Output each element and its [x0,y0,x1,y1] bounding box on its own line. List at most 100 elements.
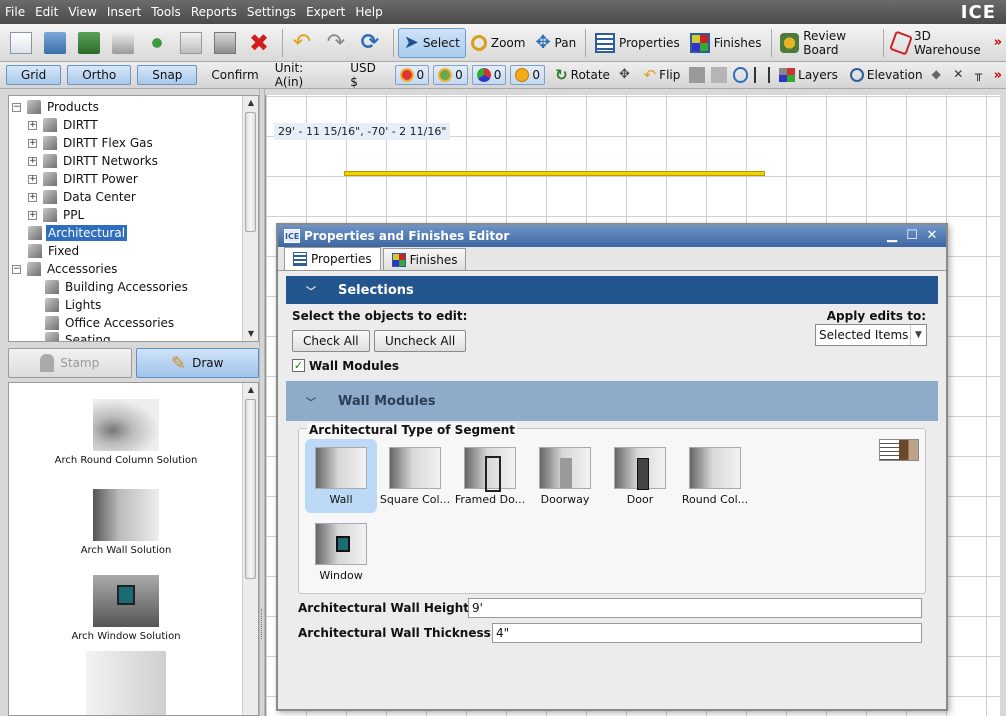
align-center-icon[interactable] [711,67,727,83]
collapse-icon[interactable]: − [12,264,21,274]
paste-button[interactable] [210,28,240,58]
ortho-toggle[interactable]: Ortho [67,65,132,85]
segment-type-doorway[interactable]: Doorway [529,439,601,513]
tree-node-dirtt-flex-gas[interactable]: + DIRTT Flex Gas [28,134,155,152]
view-mode-toggle[interactable] [879,439,919,461]
grid-view-icon[interactable] [899,440,918,460]
solution-item[interactable] [9,651,243,715]
dimension-icon[interactable] [754,67,771,83]
segment-type-wall[interactable]: Wall [305,439,377,513]
tree-node-building-accessories[interactable]: Building Accessories [45,278,190,296]
wall-height-field[interactable]: 9' [468,598,922,618]
align-left-icon[interactable] [689,67,706,83]
chevron-down-icon[interactable]: ﹀ [300,394,322,409]
expand-icon[interactable]: + [28,174,37,184]
wall-thickness-field[interactable]: 4" [492,623,922,643]
uncheck-all-button[interactable]: Uncheck All [374,330,467,352]
move-icon[interactable]: ✥ [619,67,635,83]
tree-node-data-center[interactable]: + Data Center [28,188,138,206]
snap-toggle[interactable]: Snap [137,65,198,85]
open-button[interactable] [40,28,70,58]
segment-type-door[interactable]: Door [604,439,676,513]
rotate-button[interactable]: ↻ Rotate [555,66,610,84]
tree-node-lights[interactable]: Lights [45,296,103,314]
check-all-button[interactable]: Check All [292,330,370,352]
wall-modules-checkbox[interactable]: ✓ [292,359,305,372]
dialog-titlebar[interactable]: ICE Properties and Finishes Editor ▁ ☐ ✕ [278,225,946,247]
segment-type-window[interactable]: Window [305,515,377,589]
refresh-button[interactable]: ⟳ [355,28,385,58]
pan-tool-button[interactable]: ✥ Pan [530,28,581,58]
menu-file[interactable]: File [0,0,30,24]
measure-icon[interactable] [732,67,749,83]
menu-insert[interactable]: Insert [102,0,146,24]
alerts-count[interactable]: 0 [394,65,430,85]
grid-toggle[interactable]: Grid [6,65,62,85]
tree-node-seating[interactable]: Seating [45,332,113,341]
menu-expert[interactable]: Expert [301,0,350,24]
zoom-tool-button[interactable]: Zoom [466,28,531,58]
apply-edits-select[interactable]: Selected Items ▼ [815,324,927,346]
menu-settings[interactable]: Settings [242,0,301,24]
collapse-icon[interactable]: − [12,102,21,112]
toolbar-overflow-icon[interactable]: » [994,35,1006,50]
tree-node-accessories[interactable]: − Accessories [12,260,119,278]
solution-item[interactable]: Arch Wall Solution [9,489,243,556]
tree-node-fixed[interactable]: Fixed [28,242,81,260]
tree-node-ppl[interactable]: + PPL [28,206,86,224]
save-button[interactable] [74,28,104,58]
expand-icon[interactable]: + [28,156,37,166]
segment-type-square-column[interactable]: Square Col... [379,439,451,513]
tree-node-architectural[interactable]: Architectural [28,224,128,242]
tree-node-office-accessories[interactable]: Office Accessories [45,314,176,332]
close-icon[interactable]: ✕ [924,228,940,244]
menu-help[interactable]: Help [350,0,387,24]
toolbar2-overflow-icon[interactable]: » [994,68,1006,83]
undo-button[interactable]: ↶ [287,28,317,58]
tab-properties[interactable]: Properties [284,247,381,270]
tree-scrollbar[interactable]: ▲ ▼ [242,96,258,341]
solutions-list[interactable]: Arch Round Column Solution Arch Wall Sol… [8,382,259,716]
chevron-down-icon[interactable]: ▼ [910,325,926,345]
diamond-icon[interactable]: ◆ [932,67,948,83]
messages-count[interactable]: 0 [510,65,546,85]
scroll-thumb[interactable] [245,399,256,579]
splitter-grip[interactable] [261,609,264,639]
tab-finishes[interactable]: Finishes [382,248,467,270]
scroll-thumb[interactable] [245,112,256,232]
chevron-down-icon[interactable]: ﹀ [300,283,322,298]
delete-button[interactable]: ✖ [244,28,274,58]
select-tool-button[interactable]: ➤ Select [397,27,466,58]
wall-modules-section-header[interactable]: ﹀ Wall Modules [286,381,938,421]
drawn-wall-segment[interactable] [344,171,765,176]
solution-item[interactable]: Arch Window Solution [9,575,243,642]
tree-node-dirtt[interactable]: + DIRTT [28,116,100,134]
unit-label[interactable]: Unit: A(in) [275,61,334,89]
tree-node-dirtt-networks[interactable]: + DIRTT Networks [28,152,160,170]
tree-node-dirtt-power[interactable]: + DIRTT Power [28,170,140,188]
review-board-button[interactable]: Review Board [775,28,878,58]
maximize-icon[interactable]: ☐ [904,228,920,244]
currency-label[interactable]: USD $ [350,61,386,89]
3d-warehouse-button[interactable]: 3D Warehouse [887,28,993,58]
elevation-button[interactable]: Elevation [849,68,923,82]
tree-node-products[interactable]: − Products [12,98,101,116]
menu-edit[interactable]: Edit [30,0,63,24]
expand-icon[interactable]: + [28,138,37,148]
selections-section-header[interactable]: ﹀ Selections [286,276,938,304]
finishes-button[interactable]: Finishes [685,28,767,58]
expand-icon[interactable]: + [28,192,37,202]
scroll-down-icon[interactable]: ▼ [243,327,258,341]
new-file-button[interactable] [6,28,36,58]
segment-type-round-column[interactable]: Round Col... [679,439,751,513]
copy-button[interactable] [176,28,206,58]
warnings-count[interactable]: 0 [433,65,468,85]
info-count[interactable]: 0 [471,65,507,85]
menu-reports[interactable]: Reports [186,0,242,24]
segment-type-framed-door[interactable]: Framed Do... [454,439,526,513]
expand-icon[interactable]: + [28,210,37,220]
stamp-button[interactable]: Stamp [8,348,132,378]
scroll-up-icon[interactable]: ▲ [243,383,258,397]
print-button[interactable] [108,28,138,58]
cross-icon[interactable]: ✕ [953,67,969,83]
